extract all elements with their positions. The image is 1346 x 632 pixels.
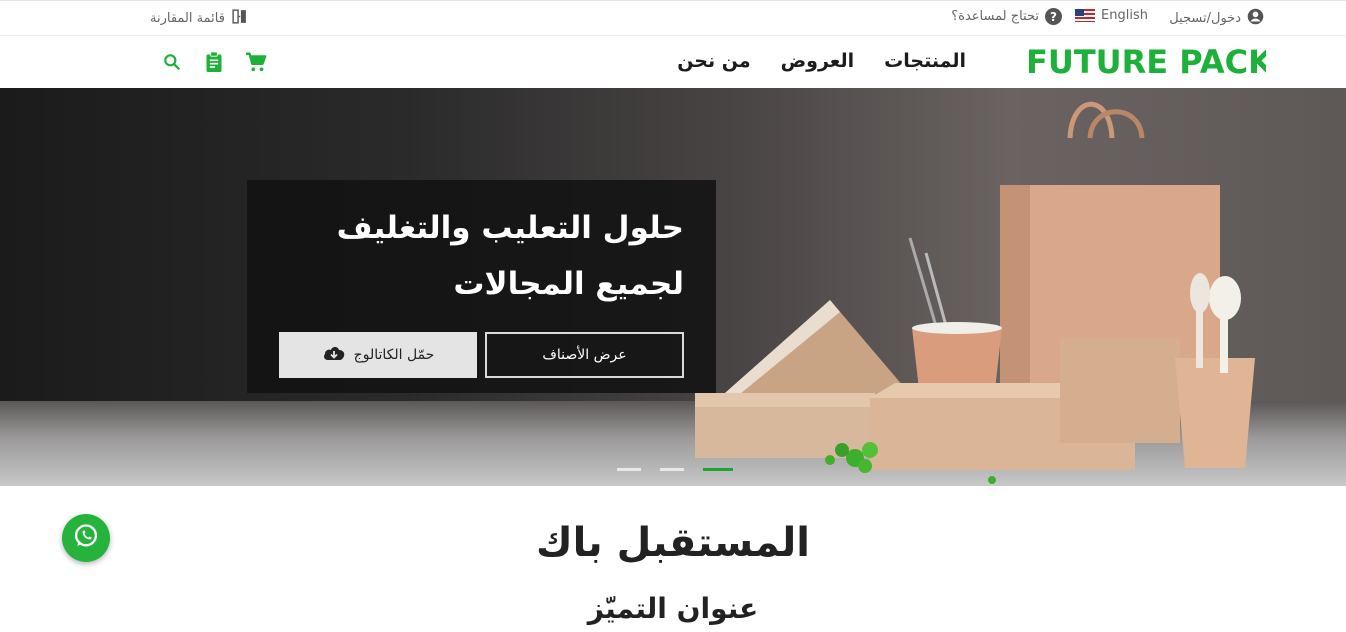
carousel-dot-2[interactable] [660,468,684,471]
login-register-label: دخول/تسجيل [1169,11,1241,26]
primary-nav: المنتجات العروض من نحن [677,50,966,72]
carousel-dot-1[interactable] [617,468,641,471]
nav-offers[interactable]: العروض [781,50,855,72]
clipboard-icon[interactable] [202,50,226,74]
nav-products[interactable]: المنتجات [884,50,966,72]
view-categories-button[interactable]: عرض الأصناف [485,332,684,378]
language-label: English [1101,8,1148,23]
download-catalog-label: حمّل الكاتالوج [353,347,435,363]
carousel-indicators [617,468,733,471]
about-subheading: عنوان التميّز [587,592,759,625]
hero-banner: حلول التعليب والتغليف لجميع المجالات عرض… [0,88,1346,486]
help-link[interactable]: ? تحتاج لمساعدة؟ [951,8,1062,25]
carousel-dot-3[interactable] [703,468,733,471]
us-flag-icon [1075,9,1096,22]
help-label: تحتاج لمساعدة؟ [951,9,1039,24]
compare-list-link[interactable]: قائمة المقارنة [150,8,248,29]
login-register-link[interactable]: دخول/تسجيل [1169,8,1264,29]
hero-caption-box: حلول التعليب والتغليف لجميع المجالات عرض… [247,180,716,393]
top-utility-bar: دخول/تسجيل English ? تحتاج لمساعدة؟ قائم… [0,0,1346,36]
compare-list-label: قائمة المقارنة [150,11,225,26]
question-icon: ? [1045,8,1062,25]
hero-title: حلول التعليب والتغليف لجميع المجالات [264,200,684,312]
cloud-download-icon [322,344,346,366]
packaging-products-image [695,101,1255,484]
logo-text: FUTURE PACK [1026,43,1266,79]
hero-title-line1: حلول التعليب والتغليف [336,210,684,246]
nav-actions [160,50,268,74]
compare-icon [231,8,248,29]
cart-icon[interactable] [244,50,268,74]
download-catalog-button[interactable]: حمّل الكاتالوج [279,332,477,378]
language-switch[interactable]: English [1075,8,1148,23]
future-pack-logo[interactable]: FUTURE PACK [1026,43,1274,81]
main-navbar: FUTURE PACK المنتجات العروض من نحن [0,36,1346,88]
view-categories-label: عرض الأصناف [542,347,627,363]
search-icon[interactable] [160,50,184,74]
hero-title-line2: لجميع المجالات [453,266,684,302]
user-icon [1247,8,1264,29]
about-heading: المستقبل باك [535,520,811,566]
nav-about-us[interactable]: من نحن [677,50,750,72]
